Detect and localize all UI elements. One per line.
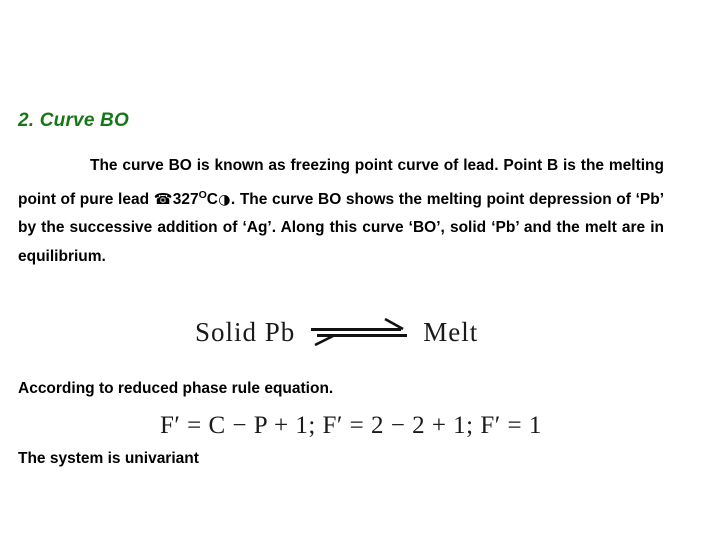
equilibrium-equation-figure: Solid Pb Melt bbox=[195, 308, 495, 356]
section-heading: 2. Curve BO bbox=[18, 110, 129, 131]
temperature-unit: C bbox=[206, 190, 218, 208]
conclusion-line: The system is univariant bbox=[18, 450, 199, 467]
body-paragraph: The curve BO is known as freezing point … bbox=[18, 152, 664, 271]
slide-canvas: 2. Curve BO The curve BO is known as fre… bbox=[0, 0, 720, 540]
half-circle-icon: ◑ bbox=[217, 191, 231, 208]
phase-rule-formula: F′ = C − P + 1; F′ = 2 − 2 + 1; F′ = 1 bbox=[160, 412, 542, 439]
telephone-icon: ☎ bbox=[153, 189, 173, 208]
temperature-value: 327 bbox=[172, 190, 199, 208]
equilibrium-arrow-icon bbox=[311, 315, 408, 349]
equilibrium-right-term: Melt bbox=[423, 316, 479, 347]
equilibrium-left-term: Solid Pb bbox=[195, 316, 296, 347]
reduced-phase-rule-line: According to reduced phase rule equation… bbox=[18, 380, 334, 397]
degree-superscript: O bbox=[198, 188, 207, 201]
